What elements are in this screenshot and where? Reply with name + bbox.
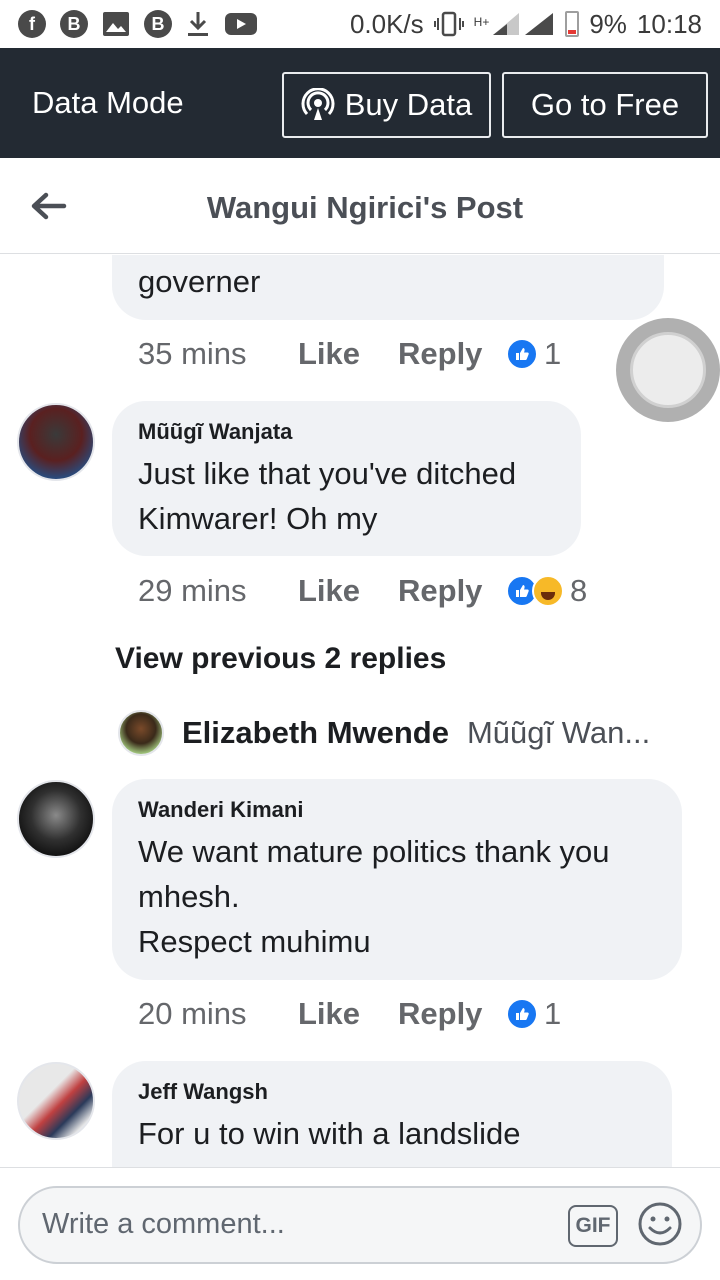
reply-link[interactable]: Reply bbox=[398, 996, 506, 1032]
reaction-summary[interactable]: 8 bbox=[506, 573, 587, 609]
avatar[interactable] bbox=[17, 780, 95, 858]
youtube-icon bbox=[225, 13, 257, 35]
like-link[interactable]: Like bbox=[298, 573, 398, 609]
reply-link[interactable]: Reply bbox=[398, 336, 506, 372]
comment-bubble: Wanderi Kimani We want mature politics t… bbox=[112, 779, 682, 980]
battery-level: 9% bbox=[589, 8, 627, 39]
reply-preview[interactable]: Elizabeth Mwende Mũũgĩ Wan... bbox=[118, 710, 650, 756]
buy-data-button[interactable]: Buy Data bbox=[282, 72, 491, 138]
comment-text: Just like that you've ditched Kimwarer! … bbox=[138, 456, 517, 536]
like-link[interactable]: Like bbox=[298, 996, 398, 1032]
gif-button[interactable]: GIF bbox=[568, 1205, 618, 1247]
signal-icon bbox=[493, 13, 554, 35]
comment-input[interactable]: Write a comment... GIF bbox=[18, 1186, 702, 1264]
comment-text: We want mature politics thank you mhesh.… bbox=[138, 834, 610, 959]
reply-link[interactable]: Reply bbox=[398, 573, 506, 609]
comment-bubble: Mũũgĩ Wanjata Just like that you've ditc… bbox=[112, 401, 581, 556]
download-icon bbox=[188, 12, 208, 36]
like-link[interactable]: Like bbox=[298, 336, 398, 372]
broadcast-icon bbox=[301, 88, 335, 120]
data-mode-bar: Data Mode Buy Data Go to Free bbox=[0, 48, 720, 158]
reply-text-preview: Mũũgĩ Wan... bbox=[466, 715, 651, 750]
view-previous-replies-link[interactable]: View previous 2 replies bbox=[115, 642, 446, 676]
app-notification-icon: B bbox=[60, 10, 88, 38]
comment-feed[interactable]: governer 35 mins Like Reply 1 Mũũgĩ Wanj… bbox=[0, 255, 720, 1167]
status-bar: f B B 0.0K/s H+ 9% 10:18 bbox=[0, 0, 720, 48]
emoji-icon[interactable] bbox=[636, 1200, 684, 1248]
reply-author-name: Elizabeth Mwende bbox=[182, 715, 449, 750]
image-icon bbox=[103, 12, 129, 36]
buy-data-label: Buy Data bbox=[344, 87, 473, 122]
comment-time: 35 mins bbox=[138, 336, 247, 371]
commenter-name[interactable]: Wanderi Kimani bbox=[138, 797, 656, 823]
data-mode-title: Data Mode bbox=[32, 85, 184, 120]
network-type: H+ bbox=[473, 14, 490, 29]
commenter-name[interactable]: Mũũgĩ Wanjata bbox=[138, 419, 555, 445]
comment-bubble: governer bbox=[112, 255, 664, 320]
reply-avatar bbox=[118, 710, 164, 756]
like-reaction-icon bbox=[506, 338, 538, 370]
floating-chat-head[interactable] bbox=[616, 318, 720, 422]
comment-placeholder: Write a comment... bbox=[42, 1208, 285, 1240]
comment-time: 29 mins bbox=[138, 573, 247, 608]
comment-meta: 20 mins Like Reply 1 bbox=[138, 996, 561, 1032]
facebook-notification-icon: f bbox=[18, 10, 46, 38]
comment-bubble: Jeff Wangsh For u to win with a landslid… bbox=[112, 1061, 672, 1167]
reaction-summary[interactable]: 1 bbox=[506, 996, 561, 1032]
app-notification-icon-2: B bbox=[144, 10, 172, 38]
comment-text: governer bbox=[138, 264, 261, 299]
comment-text: For u to win with a landslide bbox=[138, 1116, 521, 1151]
reaction-count: 8 bbox=[570, 573, 588, 608]
post-header: Wangui Ngirici's Post bbox=[0, 158, 720, 254]
commenter-name[interactable]: Jeff Wangsh bbox=[138, 1079, 646, 1105]
clock: 10:18 bbox=[636, 8, 702, 39]
comment-time: 20 mins bbox=[138, 996, 247, 1031]
avatar[interactable] bbox=[17, 1062, 95, 1140]
comment-meta: 29 mins Like Reply 8 bbox=[138, 573, 587, 609]
reaction-count: 1 bbox=[544, 996, 562, 1031]
comment-composer: Write a comment... GIF bbox=[0, 1167, 720, 1280]
avatar[interactable] bbox=[17, 403, 95, 481]
go-to-free-button[interactable]: Go to Free bbox=[502, 72, 708, 138]
haha-reaction-icon bbox=[532, 575, 564, 607]
vibrate-icon bbox=[433, 11, 464, 37]
net-speed: 0.0K/s bbox=[349, 8, 424, 39]
battery-icon bbox=[565, 11, 580, 37]
like-reaction-icon bbox=[506, 998, 538, 1030]
go-to-free-label: Go to Free bbox=[530, 87, 680, 122]
reaction-count: 1 bbox=[544, 336, 562, 371]
chat-head-inner bbox=[630, 332, 706, 408]
comment-meta: 35 mins Like Reply 1 bbox=[138, 336, 561, 372]
reaction-summary[interactable]: 1 bbox=[506, 336, 561, 372]
page-title: Wangui Ngirici's Post bbox=[206, 190, 524, 225]
